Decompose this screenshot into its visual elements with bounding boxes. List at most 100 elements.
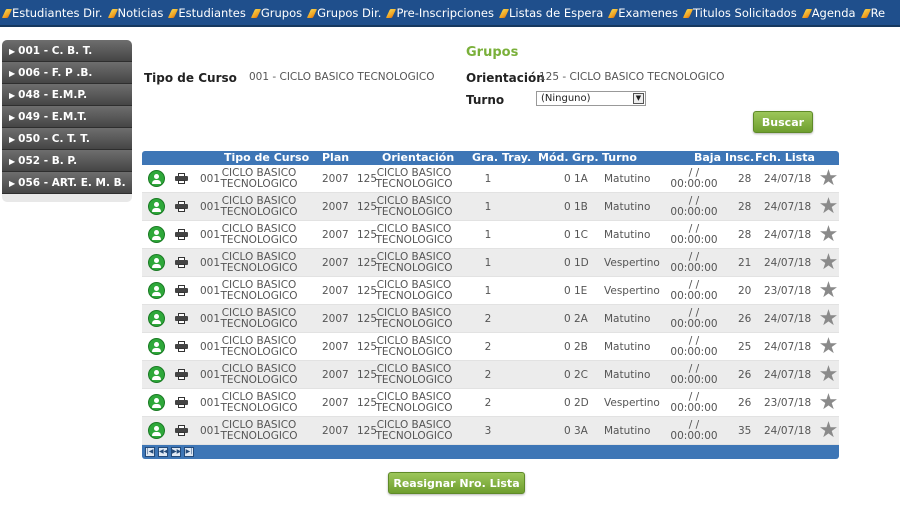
sidebar-item[interactable]: ▶ 050 - C. T. T.: [2, 128, 132, 150]
user-icon[interactable]: [148, 310, 165, 327]
nav-item[interactable]: Re: [859, 0, 889, 25]
star-icon[interactable]: ★: [818, 336, 839, 358]
turno: Matutino: [604, 173, 651, 185]
modulo: 0: [564, 313, 571, 325]
triangle-right-icon: ▶: [9, 135, 16, 144]
star-icon[interactable]: ★: [818, 308, 839, 330]
nav-item-label: Estudiantes: [178, 6, 246, 20]
user-icon[interactable]: [148, 254, 165, 271]
printer-icon[interactable]: [175, 173, 188, 184]
table-row: 001 CICLO BASICO TECNOLOGICO 2007 125 CICLO B…: [142, 417, 839, 445]
orientacion: CICLO BASICO TECNOLOGICO: [374, 417, 454, 445]
nav-item[interactable]: Grupos Dir.: [305, 0, 384, 25]
printer-icon[interactable]: [175, 341, 188, 352]
star-icon[interactable]: ★: [818, 196, 839, 218]
turno: Matutino: [604, 201, 651, 213]
table-row: 001 CICLO BASICO TECNOLOGICO 2007 125 CICLO B…: [142, 221, 839, 249]
turno-select[interactable]: (Ninguno) ▼: [536, 91, 646, 106]
column-header[interactable]: Tray.: [502, 151, 531, 165]
column-header[interactable]: Baja: [694, 151, 721, 165]
printer-icon[interactable]: [175, 229, 188, 240]
pager-first-icon[interactable]: |◀: [145, 447, 155, 457]
orientacion-value: 125 - CICLO BASICO TECNOLOGICO: [539, 71, 725, 83]
fecha-lista: 24/07/18: [764, 369, 812, 381]
chevron-down-icon[interactable]: ▼: [633, 93, 644, 104]
reasignar-button[interactable]: Reasignar Nro. Lista: [388, 472, 525, 494]
nav-item-label: Agenda: [811, 6, 856, 20]
printer-icon[interactable]: [175, 201, 188, 212]
user-icon[interactable]: [148, 282, 165, 299]
printer-icon[interactable]: [175, 257, 188, 268]
pager-last-icon[interactable]: ▶|: [184, 447, 194, 457]
star-icon[interactable]: ★: [818, 168, 839, 190]
column-header[interactable]: Turno: [602, 151, 637, 165]
column-header[interactable]: Tipo de Curso: [224, 151, 309, 165]
nav-item[interactable]: Estudiantes Dir.: [0, 0, 106, 25]
printer-icon[interactable]: [175, 425, 188, 436]
pencil-icon: [307, 9, 318, 18]
baja: / /00:00:00: [670, 417, 717, 445]
nav-item[interactable]: Titulos Solicitados: [681, 0, 800, 25]
nav-item[interactable]: Noticias: [106, 0, 167, 25]
tipo-curso-line: TECNOLOGICO: [220, 234, 298, 246]
column-header[interactable]: Insc.: [725, 151, 754, 165]
nav-item[interactable]: Pre-Inscripciones: [384, 0, 497, 25]
user-icon[interactable]: [148, 338, 165, 355]
pencil-icon: [682, 9, 694, 18]
printer-icon[interactable]: [175, 313, 188, 324]
column-header[interactable]: Fch. Lista: [755, 151, 815, 165]
printer-icon[interactable]: [175, 285, 188, 296]
user-icon[interactable]: [148, 198, 165, 215]
sidebar-item[interactable]: ▶ 049 - E.M.T.: [2, 106, 132, 128]
star-icon[interactable]: ★: [818, 224, 839, 246]
nav-item[interactable]: Listas de Espera: [497, 0, 606, 25]
nav-item[interactable]: Grupos: [249, 0, 305, 25]
orientacion-line: TECNOLOGICO: [375, 430, 453, 442]
nav-item[interactable]: Agenda: [800, 0, 859, 25]
sidebar-item[interactable]: ▶ 052 - B. P.: [2, 150, 132, 172]
star-icon[interactable]: ★: [818, 420, 839, 442]
fecha-lista: 24/07/18: [764, 313, 812, 325]
grupo: 1D: [574, 257, 589, 269]
sidebar-item[interactable]: ▶ 001 - C. B. T.: [2, 40, 132, 62]
inscriptos: 35: [738, 425, 752, 437]
orientacion: CICLO BASICO TECNOLOGICO: [374, 361, 454, 389]
column-header[interactable]: Orientación: [382, 151, 454, 165]
orientacion-line: TECNOLOGICO: [375, 346, 453, 358]
star-icon[interactable]: ★: [818, 364, 839, 386]
modulo: 0: [564, 341, 571, 353]
nav-item[interactable]: Estudiantes: [166, 0, 248, 25]
grado: 1: [484, 201, 492, 213]
triangle-right-icon: ▶: [9, 113, 16, 122]
user-icon[interactable]: [148, 170, 165, 187]
pencil-icon: [860, 9, 871, 18]
turno: Matutino: [604, 369, 651, 381]
pager-prev-icon[interactable]: ◀◀: [158, 447, 168, 457]
sidebar-item[interactable]: ▶ 056 - ART. E. M. B.: [2, 172, 132, 194]
nav-item[interactable]: Examenes: [606, 0, 681, 25]
sidebar-item[interactable]: ▶ 048 - E.M.P.: [2, 84, 132, 106]
nav-item-label: Grupos Dir.: [317, 6, 382, 20]
printer-icon-part: [178, 348, 185, 352]
column-header[interactable]: Mód.: [538, 151, 569, 165]
star-icon[interactable]: ★: [818, 252, 839, 274]
column-header[interactable]: Gra.: [472, 151, 498, 165]
printer-icon[interactable]: [175, 369, 188, 380]
printer-icon[interactable]: [175, 397, 188, 408]
column-header[interactable]: Grp.: [572, 151, 599, 165]
buscar-button[interactable]: Buscar: [753, 111, 813, 133]
user-icon[interactable]: [148, 422, 165, 439]
grado: 1: [484, 229, 492, 241]
column-header[interactable]: Plan: [322, 151, 349, 165]
star-icon[interactable]: ★: [818, 280, 839, 302]
grupo: 1A: [574, 173, 588, 185]
user-icon[interactable]: [148, 394, 165, 411]
user-icon[interactable]: [148, 366, 165, 383]
pager-next-icon[interactable]: ▶▶: [171, 447, 181, 457]
user-icon[interactable]: [148, 226, 165, 243]
sidebar-item[interactable]: ▶ 006 - F. P .B.: [2, 62, 132, 84]
turno: Vespertino: [604, 257, 660, 269]
star-icon[interactable]: ★: [818, 392, 839, 414]
orientacion-line: TECNOLOGICO: [375, 402, 453, 414]
sidebar-item-label: 006 - F. P .B.: [18, 67, 93, 79]
